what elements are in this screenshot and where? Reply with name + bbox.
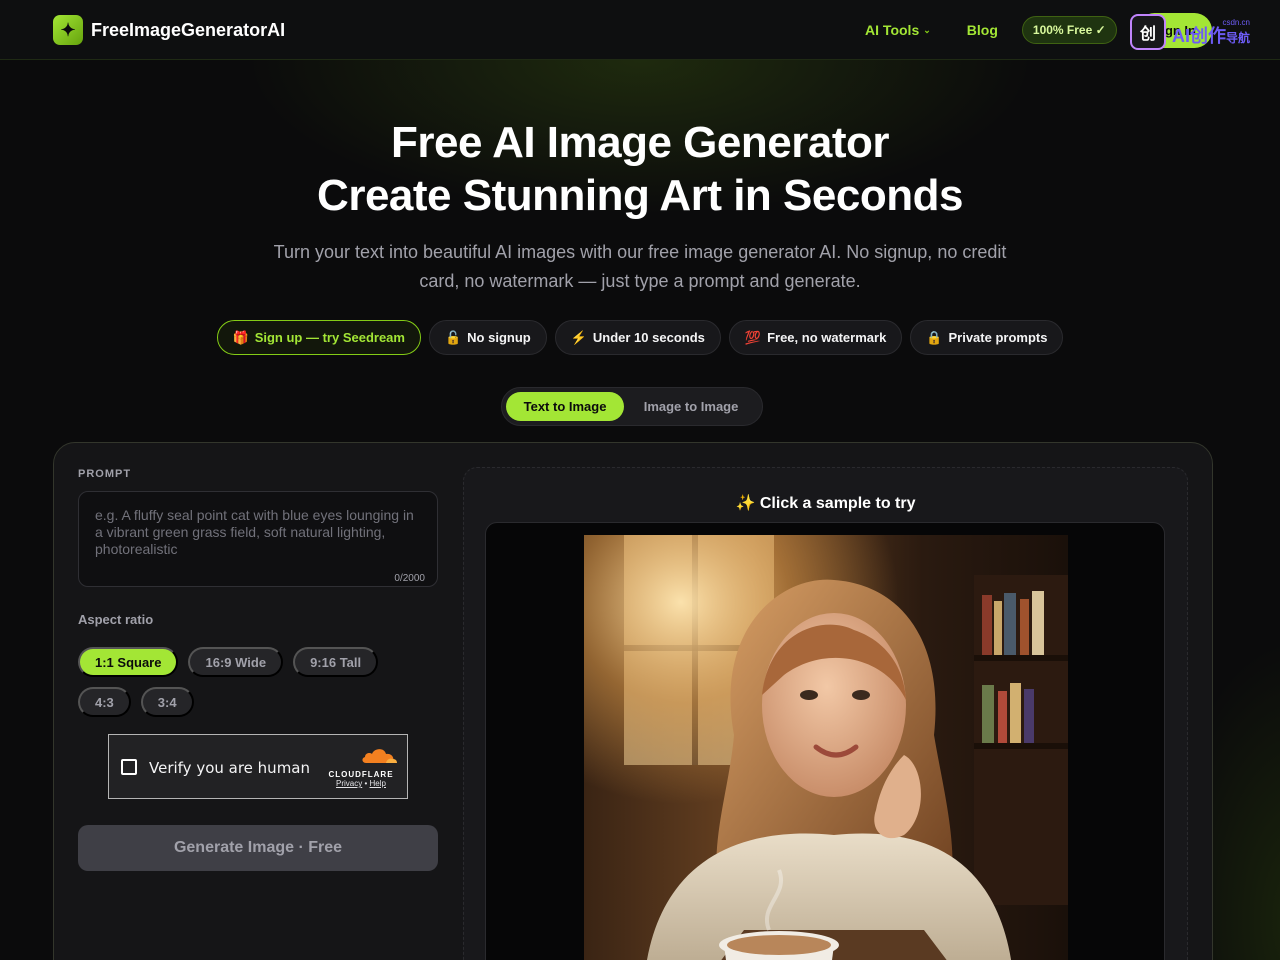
ai-nav-overlay-badge[interactable]: 创 csdn.cn AI创作导航 [1130, 12, 1260, 52]
sample-preview-title: ✨ Click a sample to try [735, 495, 916, 512]
lock-icon: 🔒 [926, 329, 943, 345]
overlay-logo-icon: 创 [1130, 14, 1166, 50]
pill-signup-seedream[interactable]: 🎁 Sign up — try Seedream [216, 320, 421, 355]
site-header: ✦ FreeImageGeneratorAI AI Tools ⌄ Blog 1… [0, 0, 1280, 60]
sample-image-woman-coffee[interactable] [584, 535, 1068, 960]
hundred-icon: 💯 [744, 329, 762, 345]
prompt-container: 0/2000 [78, 491, 438, 587]
hero-subtitle: Turn your text into beautiful AI images … [273, 242, 1007, 291]
tab-image-to-image[interactable]: Image to Image [624, 392, 758, 421]
free-badge: 100% Free ✓ [1021, 16, 1117, 44]
brand-logo[interactable]: ✦ FreeImageGeneratorAI [53, 15, 285, 45]
brand-name: FreeImageGeneratorAI [91, 19, 286, 40]
pill-label: Private prompts [948, 330, 1048, 345]
title-line-1: Free AI Image Generator [391, 118, 889, 167]
captcha-help-link[interactable]: Help [370, 779, 386, 788]
captcha-checkbox[interactable] [121, 759, 137, 775]
sparkle-icon: ✦ [53, 15, 83, 45]
prompt-input[interactable] [79, 492, 437, 586]
aspect-ratio-label: Aspect ratio [78, 612, 154, 627]
pill-no-watermark: 💯 Free, no watermark [728, 320, 903, 355]
pill-speed: ⚡ Under 10 seconds [554, 320, 721, 355]
chevron-down-icon: ⌄ [923, 24, 931, 35]
pill-label: Sign up — try Seedream [254, 330, 405, 345]
pill-label: No signup [467, 330, 531, 345]
captcha-widget: Verify you are human CLOUDFLARE Privacy … [108, 734, 408, 799]
pill-no-signup: 🔓 No signup [428, 320, 547, 355]
unlock-icon: 🔓 [444, 329, 462, 345]
cloudflare-branding: CLOUDFLARE Privacy • Help [323, 745, 399, 788]
prompt-label: PROMPT [78, 468, 132, 480]
aspect-16-9-wide[interactable]: 16:9 Wide [188, 647, 284, 677]
nav-ai-tools-label: AI Tools [865, 22, 920, 38]
lightning-icon: ⚡ [570, 329, 587, 345]
tab-text-to-image[interactable]: Text to Image [506, 392, 625, 421]
overlay-text: csdn.cn AI创作导航 [1172, 19, 1251, 46]
nav-ai-tools[interactable]: AI Tools ⌄ [865, 22, 931, 38]
cloudflare-wordmark: CLOUDFLARE [328, 770, 394, 779]
captcha-link-separator: • [364, 779, 368, 788]
mode-tabs: Text to Image Image to Image [501, 387, 763, 426]
aspect-4-3[interactable]: 4:3 [78, 687, 131, 717]
sample-image-frame[interactable] [485, 522, 1165, 960]
nav-blog[interactable]: Blog [967, 22, 998, 38]
pill-label: Under 10 seconds [592, 330, 705, 345]
overlay-main-text: AI创作导航 [1172, 26, 1251, 46]
aspect-3-4[interactable]: 3:4 [140, 687, 194, 717]
aspect-1-1-square[interactable]: 1:1 Square [78, 647, 179, 677]
pill-private: 🔒 Private prompts [910, 320, 1064, 355]
title-line-2: Create Stunning Art in Seconds [317, 171, 963, 220]
captcha-links: Privacy • Help [323, 779, 399, 788]
gift-icon: 🎁 [232, 329, 249, 345]
cloudflare-cloud-icon [362, 749, 397, 763]
generate-image-button[interactable]: Generate Image · Free [78, 825, 438, 871]
char-counter: 0/2000 [394, 573, 425, 584]
aspect-ratio-options: 1:1 Square 16:9 Wide 9:16 Tall 4:3 3:4 [78, 647, 438, 717]
captcha-label: Verify you are human [149, 759, 311, 777]
pill-label: Free, no watermark [767, 330, 887, 345]
page-title: Free AI Image Generator Create Stunning … [0, 116, 1280, 222]
feature-pills: 🎁 Sign up — try Seedream 🔓 No signup ⚡ U… [0, 320, 1280, 355]
aspect-9-16-tall[interactable]: 9:16 Tall [293, 647, 379, 677]
captcha-privacy-link[interactable]: Privacy [336, 779, 362, 788]
